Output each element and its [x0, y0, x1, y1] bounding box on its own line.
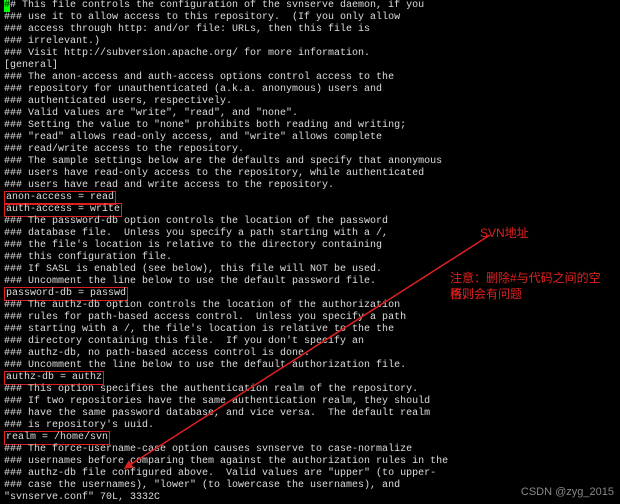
- editor-line: ### "read" allows read-only access, and …: [4, 132, 448, 144]
- editor-line: ## This file controls the configuration …: [4, 0, 448, 12]
- watermark-text: CSDN @zyg_2015: [521, 486, 614, 498]
- editor-line: ### read/write access to the repository.: [4, 144, 448, 156]
- annotation-note-line2: 否则会有问题: [450, 286, 522, 302]
- editor-line: ### The force-username-case option cause…: [4, 444, 448, 456]
- editor-line: ### repository for unauthenticated (a.k.…: [4, 84, 448, 96]
- editor-line: ### The password-db option controls the …: [4, 216, 448, 228]
- highlighted-config-line: password-db = passwd: [4, 287, 128, 301]
- cursor: #: [4, 0, 10, 12]
- highlighted-config-line: authz-db = authz: [4, 371, 104, 385]
- editor-line: ### case the usernames), "lower" (to low…: [4, 480, 448, 492]
- editor-line: ### this configuration file.: [4, 252, 448, 264]
- editor-line: ### starting with a /, the file's locati…: [4, 324, 448, 336]
- editor-line: ### authenticated users, respectively.: [4, 96, 448, 108]
- editor-line: realm = /home/svn: [4, 432, 448, 444]
- editor-line: ### Valid values are "write", "read", an…: [4, 108, 448, 120]
- editor-line: password-db = passwd: [4, 288, 448, 300]
- editor-line: ### If two repositories have the same au…: [4, 396, 448, 408]
- editor-line: ### have the same password database, and…: [4, 408, 448, 420]
- annotation-svn-address: SVN地址: [480, 225, 529, 241]
- editor-line: ### rules for path-based access control.…: [4, 312, 448, 324]
- editor-line: [general]: [4, 60, 448, 72]
- editor-line: auth-access = write: [4, 204, 448, 216]
- editor-line: ### This option specifies the authentica…: [4, 384, 448, 396]
- editor-line: ### authz-db file configured above. Vali…: [4, 468, 448, 480]
- editor-line: ### use it to allow access to this repos…: [4, 12, 448, 24]
- editor-line: ### users have read-only access to the r…: [4, 168, 448, 180]
- editor-line: ### the file's location is relative to t…: [4, 240, 448, 252]
- editor-line: ### If SASL is enabled (see below), this…: [4, 264, 448, 276]
- editor-line: ### Setting the value to "none" prohibit…: [4, 120, 448, 132]
- editor-line: ### Visit http://subversion.apache.org/ …: [4, 48, 448, 60]
- editor-line: ### The anon-access and auth-access opti…: [4, 72, 448, 84]
- terminal-editor[interactable]: ## This file controls the configuration …: [4, 0, 448, 504]
- editor-line: ### irrelevant.): [4, 36, 448, 48]
- vim-status-line: "svnserve.conf" 70L, 3332C: [4, 492, 448, 504]
- editor-line: ### database file. Unless you specify a …: [4, 228, 448, 240]
- editor-line: ### directory containing this file. If y…: [4, 336, 448, 348]
- editor-line: ### The authz-db option controls the loc…: [4, 300, 448, 312]
- editor-line: ### usernames before comparing them agai…: [4, 456, 448, 468]
- editor-line: ### authz-db, no path-based access contr…: [4, 348, 448, 360]
- highlighted-config-line: auth-access = write: [4, 203, 122, 217]
- editor-line: authz-db = authz: [4, 372, 448, 384]
- editor-line: ### access through http: and/or file: UR…: [4, 24, 448, 36]
- highlighted-config-line: realm = /home/svn: [4, 431, 110, 445]
- editor-line: ### The sample settings below are the de…: [4, 156, 448, 168]
